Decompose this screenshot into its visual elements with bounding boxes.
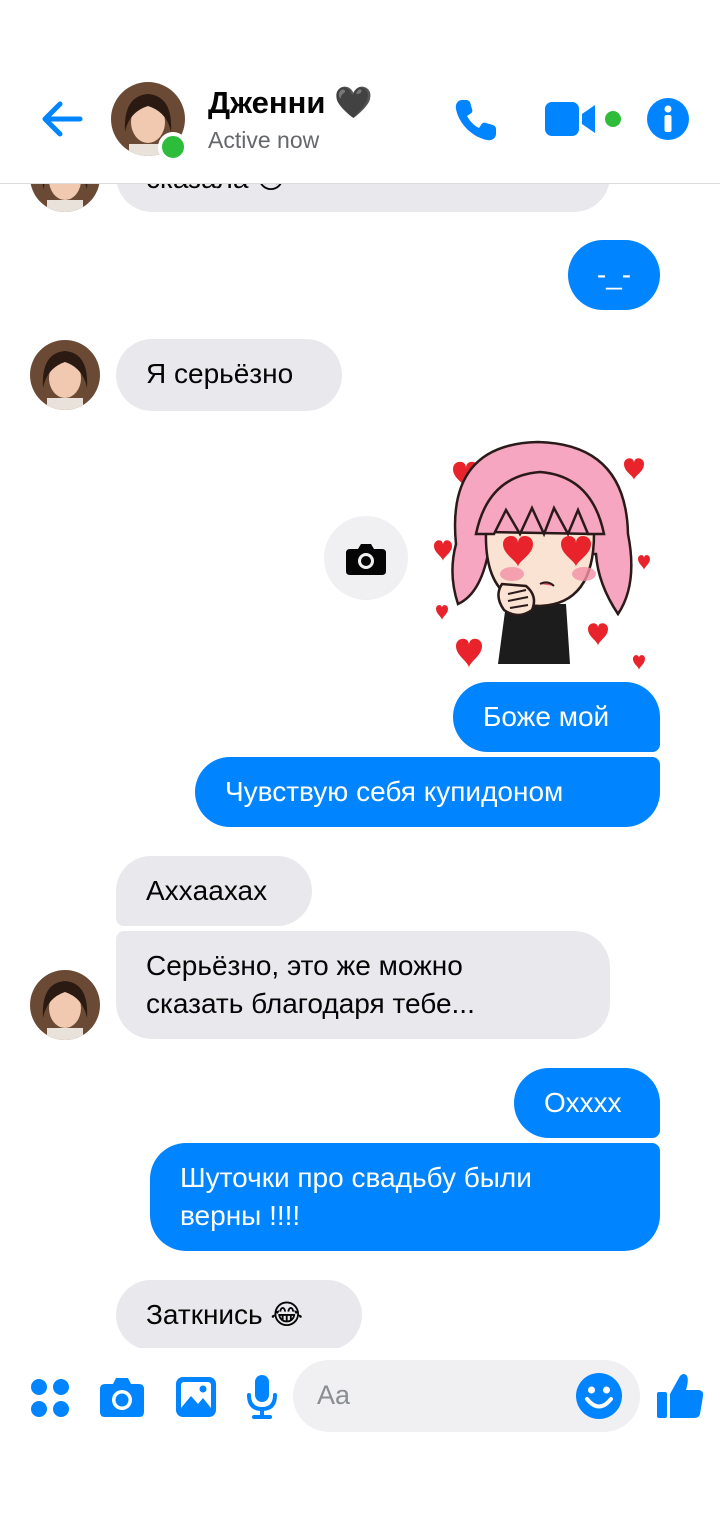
emoji-icon[interactable] (575, 1372, 623, 1420)
message-text-line: верны !!!! (180, 1200, 301, 1231)
pink-hair-girl-hearts-sticker[interactable] (428, 434, 660, 678)
message-bubble-outgoing[interactable]: Боже мой (453, 682, 660, 752)
message-bubble-outgoing[interactable]: Охxxx (514, 1068, 660, 1138)
camera-icon[interactable] (99, 1376, 145, 1418)
contact-avatar-small (30, 184, 100, 212)
message-text-line: сказать благодаря тебе... (146, 988, 475, 1019)
message-bubble-incoming[interactable]: Заткнись 😂 (116, 1280, 362, 1348)
message-bubble-incoming[interactable]: сказала 😢 (116, 184, 610, 212)
chat-header: Дженни 🖤 Active now (0, 0, 720, 184)
thumbs-up-icon[interactable] (656, 1372, 704, 1420)
message-text-line: Шуточки про свадьбу были (180, 1162, 532, 1193)
message-text: Ахxаахах (146, 875, 268, 906)
contact-avatar-small (30, 340, 100, 410)
message-bubble-outgoing[interactable]: Шуточки про свадьбу были верны !!!! (150, 1143, 660, 1251)
microphone-icon[interactable] (246, 1374, 278, 1420)
camera-icon (346, 544, 386, 575)
gallery-icon[interactable] (175, 1376, 217, 1418)
message-text: Я серьёзно (146, 358, 294, 389)
phone-icon[interactable] (452, 96, 500, 144)
message-input-placeholder: Aa (317, 1380, 351, 1410)
message-list[interactable]: сказала 😢 -_- Я серьёзно (0, 184, 720, 1348)
message-text: -_- (596, 259, 632, 290)
active-status: Active now (208, 127, 320, 153)
message-text-line: Серьёзно, это же можно (146, 950, 463, 981)
camera-quick-button[interactable] (324, 516, 408, 600)
message-text: сказала 😢 (146, 184, 285, 194)
message-text: Чувствую себя купидоном (225, 776, 564, 807)
message-bubble-incoming[interactable]: Я серьёзно (116, 339, 342, 411)
online-indicator (158, 132, 188, 162)
contact-name[interactable]: Дженни 🖤 (208, 84, 373, 121)
message-bubble-incoming[interactable]: Серьёзно, это же можно сказать благодаря… (116, 931, 610, 1039)
apps-grid-icon[interactable] (30, 1378, 70, 1418)
message-bubble-incoming[interactable]: Ахxаахах (116, 856, 312, 926)
back-arrow-icon[interactable] (40, 97, 84, 141)
message-bubble-outgoing[interactable]: -_- (568, 240, 660, 310)
message-bubble-outgoing[interactable]: Чувствую себя купидоном (195, 757, 660, 827)
video-call-icon[interactable] (545, 100, 625, 140)
info-icon[interactable] (646, 97, 690, 141)
message-input[interactable]: Aa (293, 1360, 640, 1432)
contact-avatar-small (30, 970, 100, 1040)
message-text: Заткнись 😂 (146, 1299, 304, 1330)
message-text: Боже мой (483, 701, 610, 732)
message-text: Охxxx (544, 1087, 622, 1118)
